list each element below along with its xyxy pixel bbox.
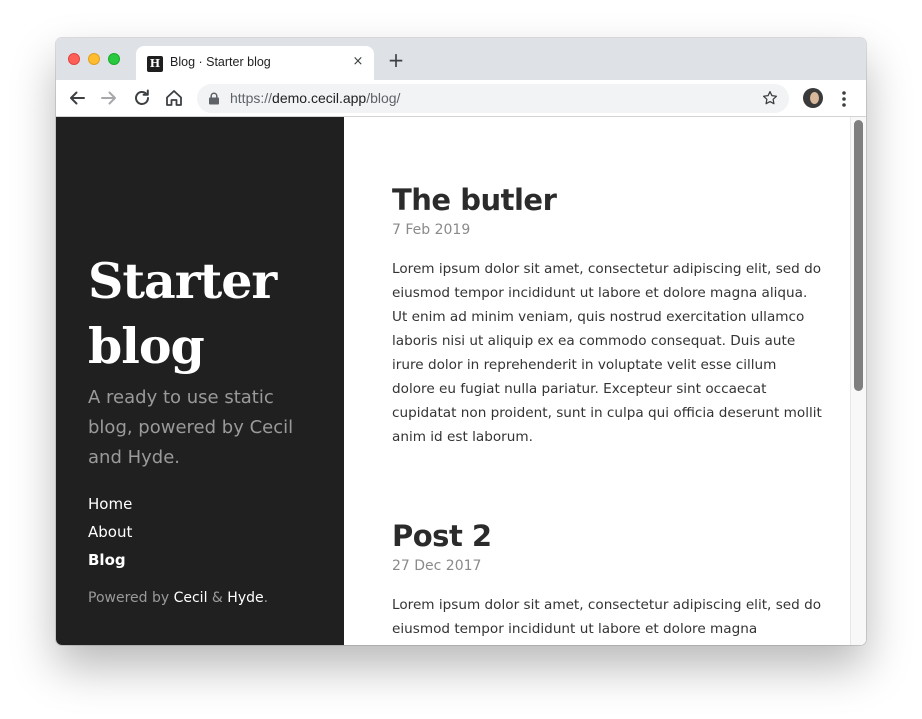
powered-suffix: . xyxy=(263,590,269,606)
home-button[interactable] xyxy=(162,86,186,110)
close-window-button[interactable] xyxy=(68,53,80,65)
nav-item-home[interactable]: Home xyxy=(88,490,132,518)
post-title[interactable]: The butler xyxy=(392,182,822,218)
powered-separator: & xyxy=(207,590,228,606)
sidebar-nav: Home About Blog xyxy=(88,490,132,574)
vertical-scrollbar[interactable] xyxy=(850,117,866,645)
maximize-window-button[interactable] xyxy=(108,53,120,65)
url-scheme: https:// xyxy=(230,90,273,106)
back-button[interactable] xyxy=(65,86,89,110)
new-tab-button[interactable]: + xyxy=(386,50,406,70)
browser-window: H Blog · Starter blog × + https://demo.c… xyxy=(56,38,866,645)
post-excerpt: Lorem ipsum dolor sit amet, consectetur … xyxy=(392,597,822,637)
tab-strip: H Blog · Starter blog × + xyxy=(56,38,866,80)
post-excerpt: Lorem ipsum dolor sit amet, consectetur … xyxy=(392,261,822,445)
post-title[interactable]: Post 2 xyxy=(392,518,822,554)
hyde-link[interactable]: Hyde xyxy=(227,590,263,606)
home-icon xyxy=(166,90,182,106)
favicon-icon: H xyxy=(147,56,163,72)
url-host: demo.cecil.app xyxy=(272,90,367,106)
tab-close-icon[interactable]: × xyxy=(350,54,366,70)
address-bar[interactable]: https://demo.cecil.app/blog/ xyxy=(197,84,789,113)
minimize-window-button[interactable] xyxy=(88,53,100,65)
reload-button[interactable] xyxy=(130,86,154,110)
nav-item-about[interactable]: About xyxy=(88,518,132,546)
site-lead: A ready to use static blog, powered by C… xyxy=(88,387,294,468)
nav-item-blog[interactable]: Blog xyxy=(88,546,132,574)
post-date: 27 Dec 2017 xyxy=(392,558,482,574)
powered-prefix: Powered by xyxy=(88,590,174,606)
reload-icon xyxy=(135,89,149,105)
url-path: /blog/ xyxy=(366,90,401,106)
powered-by-text: Powered by Cecil & Hyde. xyxy=(88,590,268,606)
cecil-link[interactable]: Cecil xyxy=(174,590,208,606)
post-date: 7 Feb 2019 xyxy=(392,222,471,238)
browser-toolbar: https://demo.cecil.app/blog/ xyxy=(56,80,866,117)
site-title[interactable]: Starter blog xyxy=(88,249,328,379)
star-icon[interactable] xyxy=(761,89,779,107)
forward-button[interactable] xyxy=(97,86,121,110)
arrow-left-icon xyxy=(70,91,85,105)
avatar-face xyxy=(810,92,819,104)
url-text: https://demo.cecil.app/blog/ xyxy=(230,90,400,106)
lock-icon xyxy=(209,92,219,105)
post-item: Post 2 27 Dec 2017 Lorem ipsum dolor sit… xyxy=(392,518,822,641)
tab-title: Blog · Starter blog xyxy=(170,55,271,69)
scrollbar-thumb[interactable] xyxy=(854,120,863,391)
post-item: The butler 7 Feb 2019 Lorem ipsum dolor … xyxy=(392,182,822,449)
page-viewport: Starter blog A ready to use static blog,… xyxy=(56,117,866,645)
tab-blog[interactable]: H Blog · Starter blog × xyxy=(136,46,374,80)
sidebar: Starter blog A ready to use static blog,… xyxy=(56,117,344,645)
kebab-menu-icon[interactable] xyxy=(836,89,852,109)
arrow-right-icon xyxy=(101,91,116,105)
profile-avatar[interactable] xyxy=(803,88,823,108)
